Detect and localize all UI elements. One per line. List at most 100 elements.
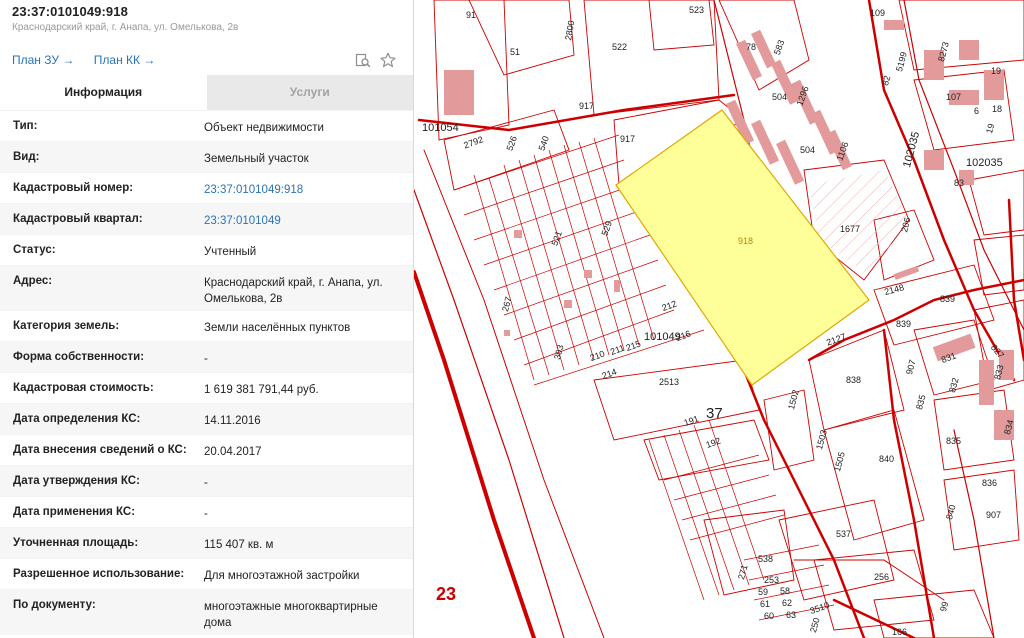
parcel-label: 102035 xyxy=(966,157,1003,169)
parcel-label: 1502 xyxy=(786,389,801,411)
parcel-label: 271 xyxy=(736,564,750,581)
row-key: Тип: xyxy=(13,120,38,132)
row-key: По документу: xyxy=(13,599,96,611)
parcel-label: 91 xyxy=(466,10,476,20)
plan-zu-link[interactable]: План ЗУ → xyxy=(12,53,74,67)
row-value: Земли населённых пунктов xyxy=(204,322,351,334)
parcel-label: 109 xyxy=(870,8,885,18)
plan-kk-link[interactable]: План КК → xyxy=(94,53,156,67)
tab-info[interactable]: Информация xyxy=(0,75,207,110)
parcel-label: 82 xyxy=(880,74,892,86)
parcel-label: 504 xyxy=(800,145,815,155)
parcel-label: 521 xyxy=(549,230,564,248)
info-panel: 23:37:0101049:918 Краснодарский край, г.… xyxy=(0,0,414,638)
row-value: Земельный участок xyxy=(204,153,309,165)
parcel-label: 1677 xyxy=(840,224,860,234)
parcel-label: 101054 xyxy=(422,122,459,134)
row-key: Статус: xyxy=(13,244,56,256)
parcel-label: 8273 xyxy=(936,41,951,63)
row-key: Форма собственности: xyxy=(13,351,145,363)
row-entry-date: Дата внесения сведений о КС: 20.04.2017 xyxy=(0,434,413,465)
parcel-label: 2148 xyxy=(883,282,905,297)
parcel-label: 523 xyxy=(689,5,704,15)
row-ownership: Форма собственности: - xyxy=(0,341,413,372)
parcel-label: 2792 xyxy=(462,134,484,150)
parcel-label: 250 xyxy=(808,617,822,634)
parcel-label: 267 xyxy=(500,296,514,313)
panel-header: 23:37:0101049:918 Краснодарский край, г.… xyxy=(0,0,413,44)
parcel-label: 107 xyxy=(946,92,961,102)
parcel-label: 99 xyxy=(938,600,950,612)
row-value: Краснодарский край, г. Анапа, ул. Омельк… xyxy=(204,277,383,305)
selected-parcel-label: 918 xyxy=(738,236,753,246)
search-document-icon[interactable] xyxy=(355,52,371,68)
row-value: - xyxy=(204,477,208,489)
parcel-label: 537 xyxy=(836,529,851,539)
cadastral-number-link[interactable]: 23:37:0101049:918 xyxy=(204,173,404,203)
parcel-label: 907 xyxy=(904,359,918,376)
cadastral-number-title: 23:37:0101049:918 xyxy=(12,4,128,19)
row-value: многоэтажные многоквартирные дома xyxy=(204,601,378,629)
row-key: Вид: xyxy=(13,151,40,163)
row-key: Категория земель: xyxy=(13,320,120,332)
row-key: Разрешенное использование: xyxy=(13,568,185,580)
cadastral-quarter-link[interactable]: 23:37:0101049 xyxy=(204,204,404,234)
row-key: Кадастровый номер: xyxy=(13,182,134,194)
parcel-label: 18 xyxy=(992,104,1002,114)
parcel-label: 583 xyxy=(772,39,787,57)
parcel-label: 540 xyxy=(536,135,551,153)
parcel-label: 838 xyxy=(846,375,861,385)
panel-tabs: Информация Услуги xyxy=(0,75,413,110)
row-value: Учтенный xyxy=(204,246,257,258)
parcel-label: 1505 xyxy=(832,451,847,473)
row-value: Для многоэтажной застройки xyxy=(204,570,360,582)
parcel-label: 917 xyxy=(620,134,635,144)
parcel-label: 840 xyxy=(944,504,958,521)
parcel-label: 303 xyxy=(552,344,566,361)
parcel-label: 51 xyxy=(510,47,520,57)
row-key: Дата применения КС: xyxy=(13,506,136,518)
parcel-label: 836 xyxy=(982,478,997,488)
row-value: Объект недвижимости xyxy=(204,122,324,134)
row-key: Кадастровый квартал: xyxy=(13,213,143,225)
parcel-label: 59 xyxy=(758,587,768,597)
parcel-label: 839 xyxy=(940,294,955,304)
row-key: Дата внесения сведений о КС: xyxy=(13,444,187,456)
row-approval-date: Дата утверждения КС: - xyxy=(0,465,413,496)
parcel-label: 19 xyxy=(991,66,1001,76)
row-value: - xyxy=(204,353,208,365)
parcel-label: 832 xyxy=(947,377,961,394)
tab-services[interactable]: Услуги xyxy=(206,75,413,110)
parcel-label: 538 xyxy=(758,554,773,564)
parcel-label: 191 xyxy=(683,414,701,429)
cadastral-map[interactable]: 918 101049 37 23 91 51 2800 522 523 78 5… xyxy=(414,0,1024,638)
row-key: Кадастровая стоимость: xyxy=(13,382,154,394)
parcel-label: 522 xyxy=(612,42,627,52)
region-label: 23 xyxy=(436,584,456,604)
row-value: 14.11.2016 xyxy=(204,415,261,427)
parcel-label: 19 xyxy=(984,122,996,134)
parcel-label: 529 xyxy=(599,220,614,238)
parcel-label: 60 xyxy=(764,611,774,621)
row-land-category: Категория земель: Земли населённых пункт… xyxy=(0,310,413,341)
parcel-label: 62 xyxy=(782,598,792,608)
row-application-date: Дата применения КС: - xyxy=(0,496,413,527)
parcel-label: 2800 xyxy=(563,20,576,41)
parcel-label: 839 xyxy=(896,319,911,329)
property-table: Тип: Объект недвижимости Вид: Земельный … xyxy=(0,110,413,635)
row-value: 115 407 кв. м xyxy=(204,539,274,551)
parcel-label: 166 xyxy=(892,627,907,637)
parcel-label: 6 xyxy=(974,106,979,116)
parcel-label: 211 xyxy=(609,343,626,357)
row-by-document: По документу: многоэтажные многоквартирн… xyxy=(0,589,413,635)
district-label: 37 xyxy=(706,405,723,422)
row-value: - xyxy=(204,508,208,520)
star-icon[interactable] xyxy=(380,52,396,68)
parcel-label: 61 xyxy=(760,599,770,609)
parcel-label: 253 xyxy=(764,575,779,585)
map-canvas[interactable]: 918 101049 37 23 91 51 2800 522 523 78 5… xyxy=(414,0,1024,638)
plan-links: План ЗУ → План КК → xyxy=(0,44,413,75)
parcel-label: 256 xyxy=(874,572,889,582)
row-type: Тип: Объект недвижимости xyxy=(0,110,413,141)
parcel-label: 192 xyxy=(705,436,723,451)
